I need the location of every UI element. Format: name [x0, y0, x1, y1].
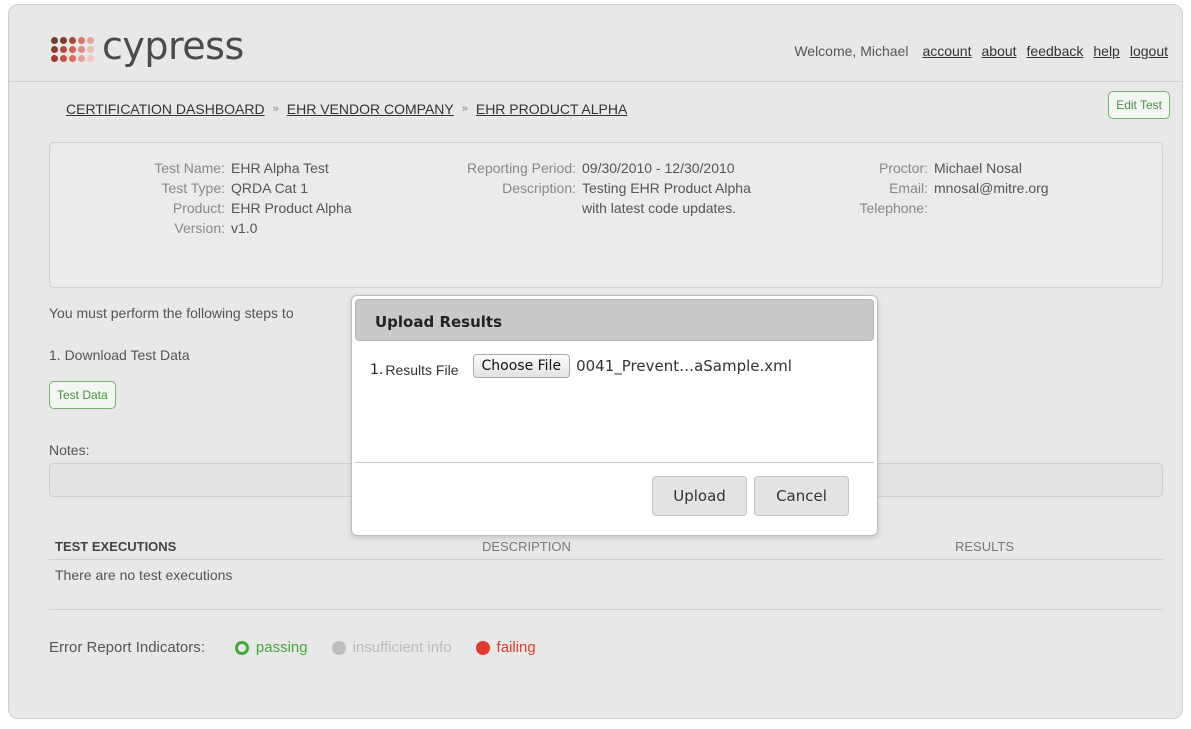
steps-intro: You must perform the following steps to: [49, 305, 294, 321]
product-value: EHR Product Alpha: [231, 200, 352, 216]
breadcrumb: CERTIFICATION DASHBOARD » EHR VENDOR COM…: [66, 101, 627, 117]
selected-file-name: 0041_Prevent…aSample.xml: [576, 357, 792, 375]
description-label: Description:: [502, 180, 576, 196]
reporting-period-value: 09/30/2010 - 12/30/2010: [582, 160, 735, 176]
email-value: mnosal@mitre.org: [934, 180, 1049, 196]
failing-indicator-icon: [475, 640, 490, 655]
logo-dot: [87, 45, 94, 53]
modal-footer-divider: [355, 462, 874, 463]
edit-test-button[interactable]: Edit Test: [1108, 91, 1170, 119]
cancel-button[interactable]: Cancel: [754, 476, 849, 516]
test-info-column-3: Proctor: Michael Nosal Email: mnosal@mitre…: [810, 158, 1049, 218]
legend-label-passing: passing: [255, 639, 308, 656]
logo-dot: [78, 45, 85, 53]
legend-item-failing: failing: [475, 639, 536, 656]
executions-table-header: TEST EXECUTIONS DESCRIPTION RESULTS: [49, 535, 1163, 560]
reporting-period-label: Reporting Period:: [467, 160, 576, 176]
step-download-test-data: 1. Download Test Data: [49, 347, 190, 363]
error-report-legend: Error Report Indicators: passing insuffi…: [49, 639, 560, 656]
logout-link[interactable]: logout: [1130, 43, 1168, 59]
account-link[interactable]: account: [922, 43, 971, 59]
header-results: RESULTS: [955, 539, 1014, 554]
logo-dots-icon: [51, 36, 94, 62]
header-test-executions: TEST EXECUTIONS: [55, 539, 177, 554]
logo-dot: [78, 54, 85, 62]
no-executions-text: There are no test executions: [55, 567, 233, 583]
about-link[interactable]: about: [982, 43, 1017, 59]
breadcrumb-vendor[interactable]: EHR VENDOR COMPANY: [287, 101, 454, 117]
table-divider: [49, 609, 1163, 610]
test-info-column-2: Reporting Period: 09/30/2010 - 12/30/2010…: [420, 158, 762, 218]
feedback-link[interactable]: feedback: [1027, 43, 1084, 59]
test-name-label: Test Name:: [154, 160, 225, 176]
version-label: Version:: [174, 220, 225, 236]
legend-item-insufficient: insufficient info: [331, 639, 452, 656]
app-frame: cypress Welcome, Michael account about f…: [8, 4, 1183, 719]
choose-file-button[interactable]: Choose File: [472, 354, 571, 378]
cypress-logo[interactable]: cypress: [51, 27, 244, 65]
logo-dot: [78, 36, 85, 44]
logo-text: cypress: [102, 24, 244, 68]
welcome-text: Welcome, Michael: [794, 43, 909, 59]
legend-item-passing: passing: [234, 639, 308, 656]
breadcrumb-separator: »: [461, 103, 468, 115]
logo-dot: [51, 45, 58, 53]
test-info-panel: Test Name: EHR Alpha Test Test Type: QRDA …: [49, 142, 1163, 288]
top-nav: Welcome, Michael account about feedback …: [794, 43, 1168, 59]
logo-dot: [51, 54, 58, 62]
test-name-value: EHR Alpha Test: [231, 160, 329, 176]
upload-button[interactable]: Upload: [652, 476, 747, 516]
test-type-value: QRDA Cat 1: [231, 180, 309, 196]
telephone-label: Telephone:: [859, 200, 928, 216]
product-label: Product:: [172, 200, 225, 216]
proctor-value: Michael Nosal: [934, 160, 1022, 176]
breadcrumb-separator: »: [272, 103, 279, 115]
logo-dot: [51, 36, 58, 44]
breadcrumb-product[interactable]: EHR PRODUCT ALPHA: [476, 101, 627, 117]
proctor-label: Proctor:: [878, 160, 928, 176]
logo-dot: [60, 54, 67, 62]
test-info-column-1: Test Name: EHR Alpha Test Test Type: QRDA …: [50, 158, 352, 238]
version-value: v1.0: [231, 220, 258, 236]
logo-dot: [87, 36, 94, 44]
field-number: 1.: [370, 362, 384, 378]
breadcrumb-dashboard[interactable]: CERTIFICATION DASHBOARD: [66, 101, 265, 117]
upload-results-modal: Upload Results 1. Results File Choose Fi…: [351, 295, 878, 536]
results-file-label: Results File: [385, 362, 459, 378]
legend-label-insufficient: insufficient info: [352, 639, 452, 656]
modal-body: 1. Results File Choose File 0041_Prevent…: [370, 354, 792, 378]
logo-dot: [60, 45, 67, 53]
test-type-label: Test Type:: [161, 180, 225, 196]
description-value: Testing EHR Product Alpha with latest co…: [582, 180, 751, 216]
help-link[interactable]: help: [1093, 43, 1119, 59]
legend-title: Error Report Indicators:: [49, 639, 205, 656]
logo-dot: [69, 36, 76, 44]
notes-label: Notes:: [49, 442, 90, 458]
header-divider: [9, 81, 1182, 82]
email-label: Email:: [889, 180, 928, 196]
header-description: DESCRIPTION: [482, 539, 571, 554]
logo-dot: [69, 54, 76, 62]
test-data-button[interactable]: Test Data: [49, 381, 116, 409]
modal-title: Upload Results: [355, 299, 874, 341]
passing-indicator-icon: [234, 640, 249, 655]
legend-label-failing: failing: [496, 639, 536, 656]
logo-dot: [87, 54, 94, 62]
logo-dot: [60, 36, 67, 44]
insufficient-indicator-icon: [331, 640, 346, 655]
logo-dot: [69, 45, 76, 53]
